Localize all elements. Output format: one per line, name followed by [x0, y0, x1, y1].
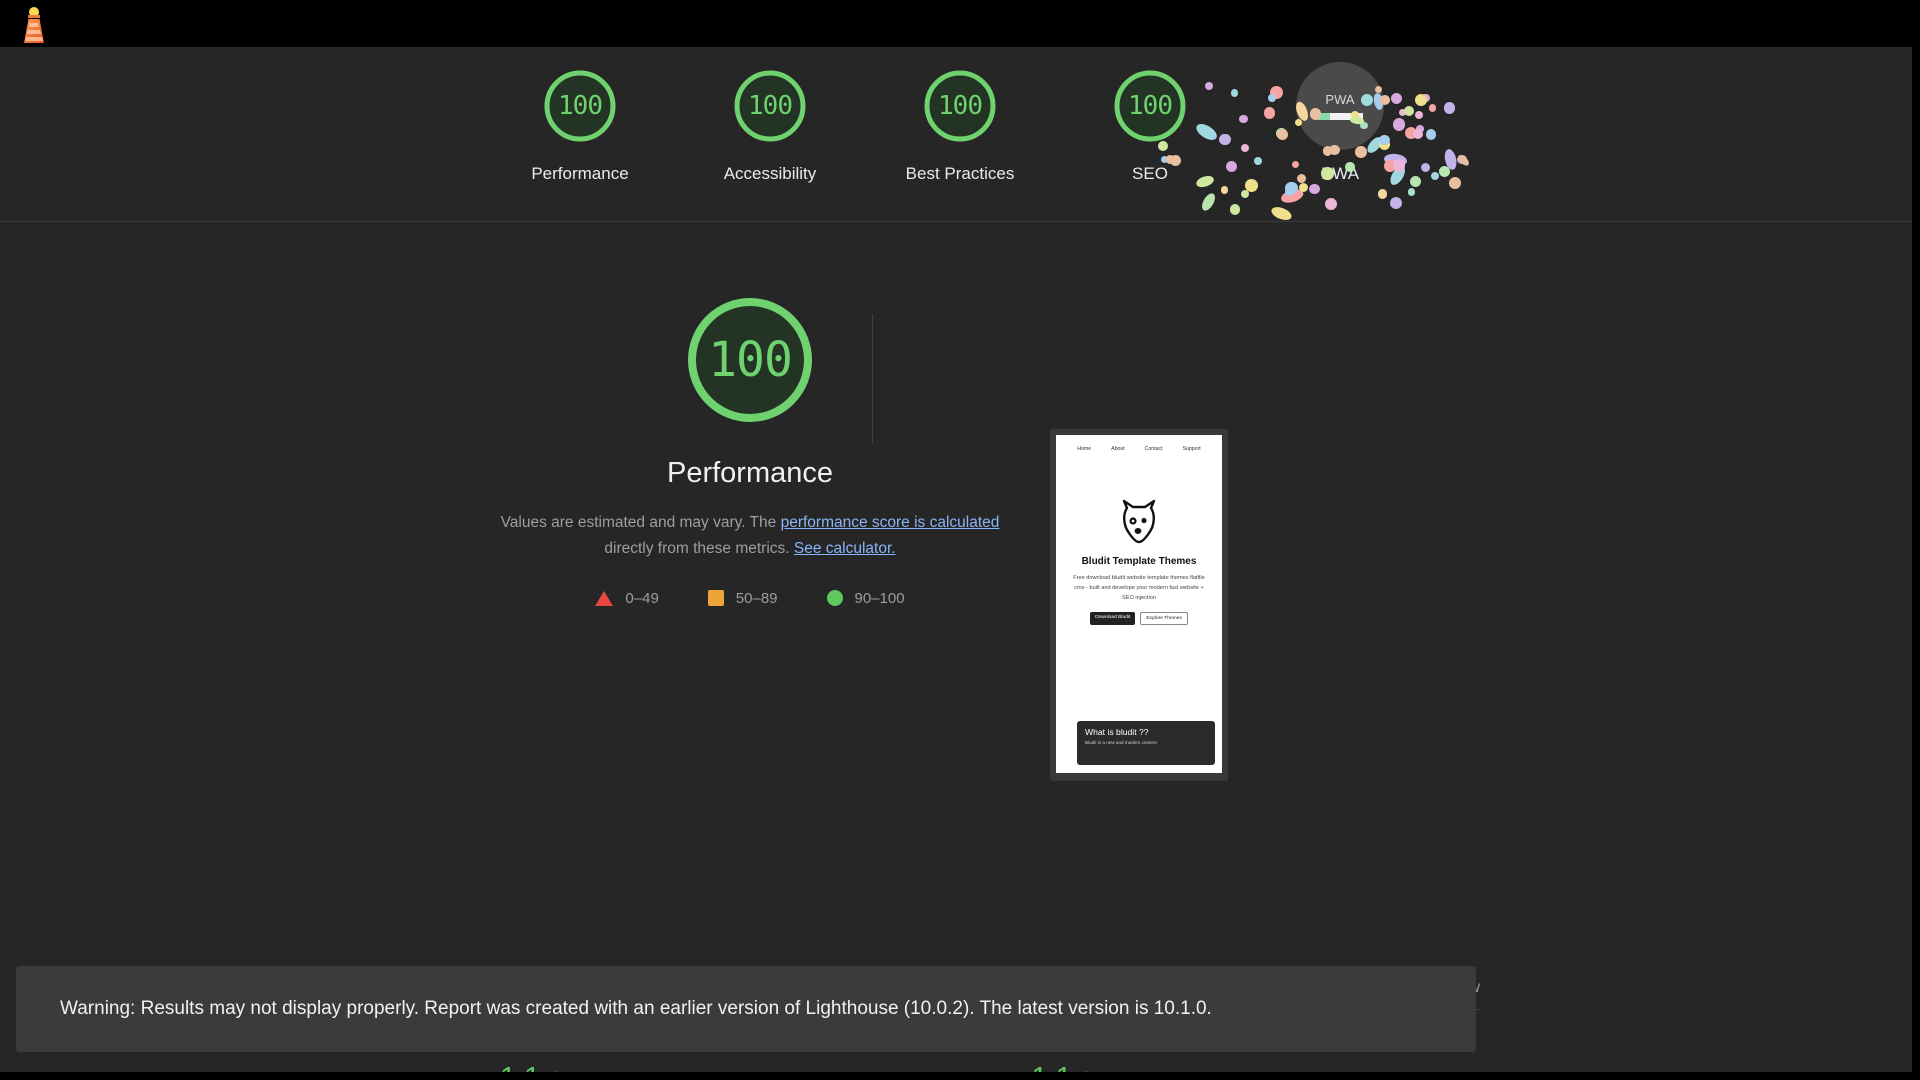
pwa-badge-bar	[1317, 112, 1363, 120]
pwa-badge-icon: PWA	[1296, 62, 1384, 150]
hero-gauge-performance[interactable]: 100	[675, 285, 825, 435]
score-gauges-header: 100 Performance 100 Accessibility 100 Be…	[0, 47, 1920, 222]
gauge-seo[interactable]: 100 SEO	[1093, 62, 1207, 184]
thumbnail-card: What is bludit ?? Bludit is a new and mo…	[1077, 721, 1215, 765]
lighthouse-icon	[18, 3, 50, 45]
gauge-pwa[interactable]: PWA PWA	[1283, 62, 1397, 184]
circle-icon	[826, 590, 843, 607]
square-icon	[707, 590, 724, 607]
pwa-badge-text: PWA	[1325, 91, 1355, 107]
warning-message: Warning: Results may not display properl…	[60, 998, 1212, 1019]
gauge-label-pwa: PWA	[1320, 164, 1360, 183]
legend-range-average: 50–89	[735, 589, 778, 607]
gauge-score-performance: 100	[558, 91, 603, 121]
download-bludit-button: Download Bludit	[1090, 612, 1136, 626]
gauge-ring-best-practices: 100	[916, 62, 1004, 150]
dog-head-icon	[1056, 499, 1222, 547]
gauge-label-performance: Performance	[531, 164, 629, 183]
thumbnail-card-text: Bludit is a new and modern content	[1085, 740, 1157, 745]
thumbnail-nav-item: Contact	[1144, 446, 1163, 452]
hero-divider	[872, 314, 873, 444]
gauge-best-practices[interactable]: 100 Best Practices	[903, 62, 1017, 184]
explore-themes-button: Explore Themes	[1140, 612, 1188, 626]
lighthouse-report-window: 100 Performance 100 Accessibility 100 Be…	[0, 0, 1920, 1080]
gauge-label-accessibility: Accessibility	[723, 164, 817, 183]
thumbnail-nav-item: Support	[1182, 446, 1201, 452]
hero-description: Values are estimated and may vary. The p…	[490, 510, 1010, 562]
gauge-score-accessibility: 100	[748, 91, 793, 121]
thumbnail-nav-item: Home	[1077, 446, 1092, 452]
hero-description-pre: Values are estimated and may vary. The	[500, 514, 781, 531]
thumbnail-card-heading: What is bludit ??	[1085, 727, 1149, 737]
final-screenshot[interactable]: Home About Contact Support Bludit Templa…	[1050, 429, 1228, 781]
right-edge	[1912, 0, 1920, 1080]
gauge-ring-seo: 100	[1106, 62, 1194, 150]
gauge-accessibility[interactable]: 100 Accessibility	[713, 62, 827, 184]
thumbnail-paragraph: Free download bludit website template th…	[1073, 575, 1205, 601]
performance-score-calculated-link[interactable]: performance score is calculated	[781, 514, 1000, 531]
legend-item-average: 50–89	[707, 589, 778, 607]
gauge-label-best-practices: Best Practices	[905, 164, 1015, 183]
thumbnail-heading: Bludit Template Themes	[1081, 556, 1197, 567]
page-title: Performance	[666, 457, 833, 489]
gauge-score-best-practices: 100	[938, 91, 983, 121]
hero-description-mid: directly from these metrics.	[604, 539, 794, 557]
score-legend: 0–49 50–89 90–100	[595, 589, 905, 607]
report-surface: 100 Performance 100 Accessibility 100 Be…	[0, 47, 1920, 1080]
gauge-performance[interactable]: 100 Performance	[523, 62, 637, 184]
legend-range-fail: 0–49	[625, 589, 659, 607]
legend-item-fail: 0–49	[595, 589, 659, 607]
performance-category: 100 Performance Values are estimated and…	[0, 222, 1920, 1080]
version-warning-toast: Warning: Results may not display properl…	[16, 966, 1476, 1052]
legend-range-pass: 90–100	[854, 589, 905, 607]
gauge-score-seo: 100	[1128, 91, 1173, 121]
legend-item-pass: 90–100	[826, 589, 905, 607]
category-hero: 100 Performance Values are estimated and…	[0, 222, 1920, 781]
gauge-ring-accessibility: 100	[726, 62, 814, 150]
thumbnail-nav: Home About Contact Support	[1056, 435, 1222, 452]
hero-gauge-score: 100	[708, 332, 793, 388]
thumbnail-buttons: Download Bludit Explore Themes	[1056, 612, 1222, 626]
thumbnail-nav-item: About	[1111, 446, 1125, 452]
see-calculator-link[interactable]: See calculator.	[794, 540, 896, 557]
browser-top-bar	[0, 0, 1920, 47]
gauge-ring-performance: 100	[536, 62, 624, 150]
bottom-edge	[0, 1072, 1920, 1080]
gauge-label-seo: SEO	[1132, 164, 1168, 183]
triangle-icon	[595, 590, 614, 606]
